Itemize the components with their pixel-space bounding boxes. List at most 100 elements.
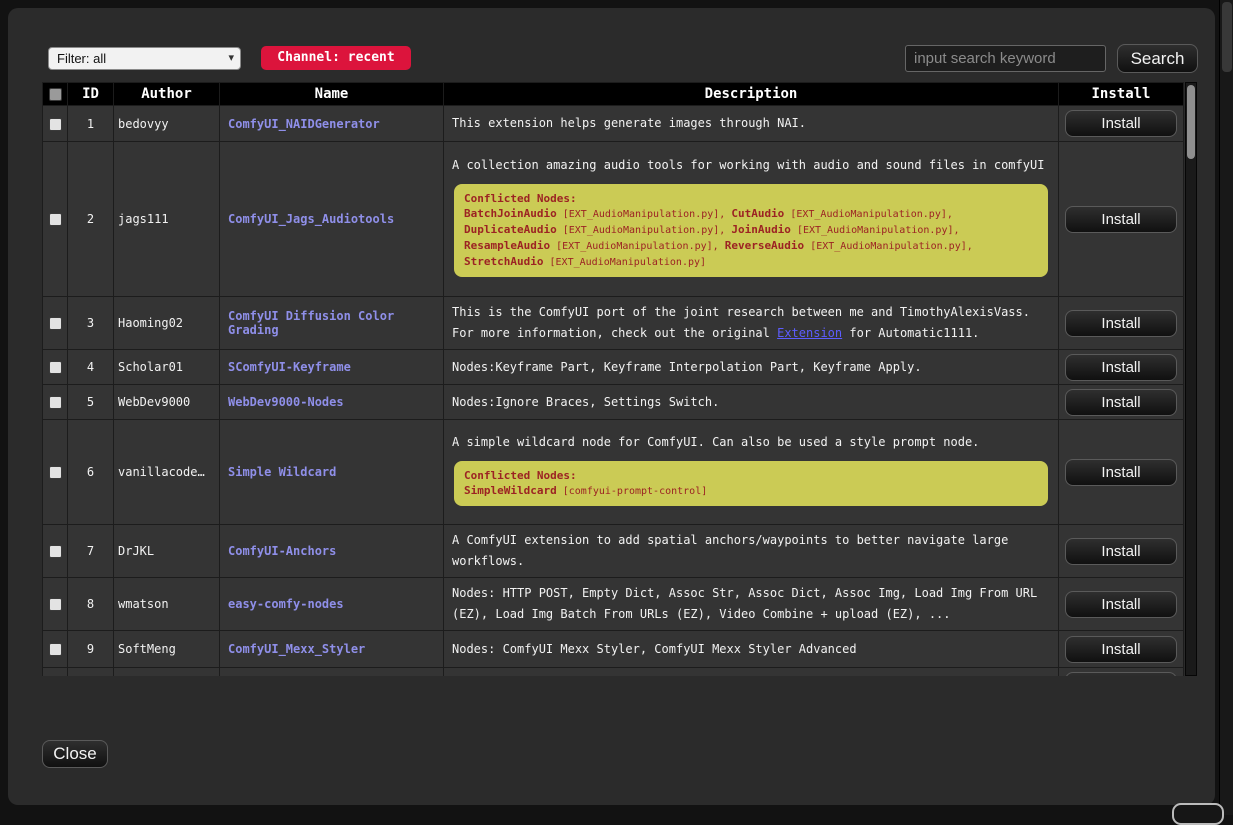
extension-name-link[interactable]: SComfyUI-Keyframe bbox=[228, 360, 351, 374]
extension-name-link[interactable]: easy-comfy-nodes bbox=[228, 597, 344, 611]
conflict-node-source: [EXT_AudioManipulation.py] bbox=[550, 241, 713, 252]
row-description: A ComfyUI extension to add spatial ancho… bbox=[452, 530, 1050, 572]
select-all-checkbox[interactable] bbox=[49, 88, 62, 101]
col-header-name: Name bbox=[220, 83, 444, 106]
extension-name-link[interactable]: WebDev9000-Nodes bbox=[228, 395, 344, 409]
row-name-cell: easy-comfy-nodes bbox=[220, 578, 444, 631]
row-checkbox[interactable] bbox=[49, 361, 62, 374]
row-install-cell: Install bbox=[1059, 525, 1184, 578]
row-author: SoftMeng bbox=[114, 631, 220, 668]
table-scrollbar-thumb[interactable] bbox=[1187, 85, 1195, 159]
conflict-node-source: [EXT_AudioManipulation.py] bbox=[784, 209, 947, 220]
col-header-id: ID bbox=[68, 83, 114, 106]
conflict-node-source: [EXT_AudioManipulation.py] bbox=[557, 209, 720, 220]
row-id: 4 bbox=[68, 350, 114, 385]
conflict-node-source: [EXT_AudioManipulation.py] bbox=[557, 225, 720, 236]
extension-name-link[interactable]: ComfyUI_NAIDGenerator bbox=[228, 117, 380, 131]
row-checkbox[interactable] bbox=[49, 598, 62, 611]
row-install-cell: Install bbox=[1059, 420, 1184, 525]
conflict-box: Conflicted Nodes: SimpleWildcard [comfyu… bbox=[454, 461, 1048, 506]
conflict-node-source: [comfyui-prompt-control] bbox=[557, 486, 708, 497]
row-description-cell: Nodes:Ignore Braces, Settings Switch. bbox=[444, 385, 1059, 420]
row-description-cell: A simple wildcard node for ComfyUI. Can … bbox=[444, 420, 1059, 525]
row-checkbox[interactable] bbox=[49, 466, 62, 479]
search-input[interactable] bbox=[905, 45, 1106, 72]
extension-name-link[interactable]: ComfyUI_Jags_Audiotools bbox=[228, 212, 394, 226]
filter-select-wrap: Filter: all ▾ bbox=[48, 47, 241, 70]
filter-select[interactable]: Filter: all bbox=[48, 47, 241, 70]
conflict-node-name: StretchAudio bbox=[464, 255, 543, 268]
row-name-cell: SComfyUI-Keyframe bbox=[220, 350, 444, 385]
row-description: This extension helps generate images thr… bbox=[452, 113, 1050, 134]
row-checkbox-cell bbox=[43, 668, 68, 677]
page-scrollbar-thumb[interactable] bbox=[1222, 2, 1232, 72]
extension-name-link[interactable]: Simple Wildcard bbox=[228, 465, 336, 479]
extension-name-link[interactable]: ComfyUI_Mexx_Styler bbox=[228, 642, 365, 656]
row-description: A simple wildcard node for ComfyUI. Can … bbox=[452, 432, 1050, 453]
conflict-box: Conflicted Nodes: BatchJoinAudio [EXT_Au… bbox=[454, 184, 1048, 277]
row-author: bedovyy bbox=[114, 106, 220, 142]
row-author: vanillacode… bbox=[114, 420, 220, 525]
row-description: Nodes: ComfyUI Mexx Styler, ComfyUI Mexx… bbox=[452, 639, 1050, 660]
row-checkbox-cell bbox=[43, 631, 68, 668]
row-id: 7 bbox=[68, 525, 114, 578]
table-row: 4 Scholar01 SComfyUI-Keyframe Nodes:Keyf… bbox=[43, 350, 1184, 385]
table-row: 9 SoftMeng ComfyUI_Mexx_Styler Nodes: Co… bbox=[43, 631, 1184, 668]
install-button[interactable]: Install bbox=[1065, 591, 1177, 618]
row-checkbox[interactable] bbox=[49, 396, 62, 409]
search-button[interactable]: Search bbox=[1117, 44, 1198, 73]
conflict-node-name: DuplicateAudio bbox=[464, 223, 557, 236]
row-name-cell: Simple Wildcard bbox=[220, 420, 444, 525]
table-scrollbar[interactable] bbox=[1185, 82, 1197, 676]
row-install-cell: Install bbox=[1059, 385, 1184, 420]
conflict-title: Conflicted Nodes: bbox=[464, 468, 1038, 483]
row-name-cell: WebDev9000-Nodes bbox=[220, 385, 444, 420]
table-row: 8 wmatson easy-comfy-nodes Nodes: HTTP P… bbox=[43, 578, 1184, 631]
row-install-cell: Install bbox=[1059, 106, 1184, 142]
table-header-row: ID Author Name Description Install bbox=[43, 83, 1184, 106]
row-description-cell: This is the ComfyUI port of the joint re… bbox=[444, 297, 1059, 350]
conflict-node-source: [EXT_AudioManipulation.py] bbox=[543, 257, 706, 268]
row-description: This is the ComfyUI port of the joint re… bbox=[452, 302, 1050, 344]
conflict-node-name: BatchJoinAudio bbox=[464, 207, 557, 220]
row-checkbox[interactable] bbox=[49, 317, 62, 330]
row-name-cell: ComfyUI-Anchors bbox=[220, 525, 444, 578]
row-checkbox-cell bbox=[43, 578, 68, 631]
row-install-cell: Install bbox=[1059, 668, 1184, 677]
row-id: 5 bbox=[68, 385, 114, 420]
conflict-node-name: CutAudio bbox=[731, 207, 784, 220]
extensions-table-wrap: ID Author Name Description Install 1 bed… bbox=[42, 82, 1197, 676]
table-row: 6 vanillacode… Simple Wildcard A simple … bbox=[43, 420, 1184, 525]
install-button[interactable]: Install bbox=[1065, 310, 1177, 337]
extension-name-link[interactable]: ComfyUI-Anchors bbox=[228, 544, 336, 558]
install-button[interactable]: Install bbox=[1065, 636, 1177, 663]
row-checkbox[interactable] bbox=[49, 545, 62, 558]
row-id: 2 bbox=[68, 142, 114, 297]
conflict-node-name: ResampleAudio bbox=[464, 239, 550, 252]
row-description-cell: Nodes:Keyframe Part, Keyframe Interpolat… bbox=[444, 350, 1059, 385]
row-checkbox-cell bbox=[43, 350, 68, 385]
row-checkbox[interactable] bbox=[49, 213, 62, 226]
close-button[interactable]: Close bbox=[42, 740, 108, 768]
row-description-cell: A ComfyUI extension to add spatial ancho… bbox=[444, 525, 1059, 578]
description-link[interactable]: Extension bbox=[777, 326, 842, 340]
install-button[interactable]: Install bbox=[1065, 538, 1177, 565]
row-checkbox[interactable] bbox=[49, 118, 62, 131]
select-all-header-cell bbox=[43, 83, 68, 106]
page-scrollbar[interactable] bbox=[1219, 0, 1233, 815]
row-description-cell: Nodes: Yolov8Detection, Yolov8Segmentati… bbox=[444, 668, 1059, 677]
install-button[interactable]: Install bbox=[1065, 206, 1177, 233]
conflict-node-source: [EXT_AudioManipulation.py] bbox=[791, 225, 954, 236]
install-button[interactable]: Install bbox=[1065, 110, 1177, 137]
install-button[interactable]: Install bbox=[1065, 672, 1177, 676]
install-button[interactable]: Install bbox=[1065, 389, 1177, 416]
install-button[interactable]: Install bbox=[1065, 354, 1177, 381]
extension-name-link[interactable]: ComfyUI Diffusion Color Grading bbox=[228, 309, 394, 337]
row-id: 3 bbox=[68, 297, 114, 350]
table-row: 3 Haoming02 ComfyUI Diffusion Color Grad… bbox=[43, 297, 1184, 350]
install-button[interactable]: Install bbox=[1065, 459, 1177, 486]
row-id: 9 bbox=[68, 631, 114, 668]
row-checkbox[interactable] bbox=[49, 643, 62, 656]
row-install-cell: Install bbox=[1059, 142, 1184, 297]
row-author: jags111 bbox=[114, 142, 220, 297]
